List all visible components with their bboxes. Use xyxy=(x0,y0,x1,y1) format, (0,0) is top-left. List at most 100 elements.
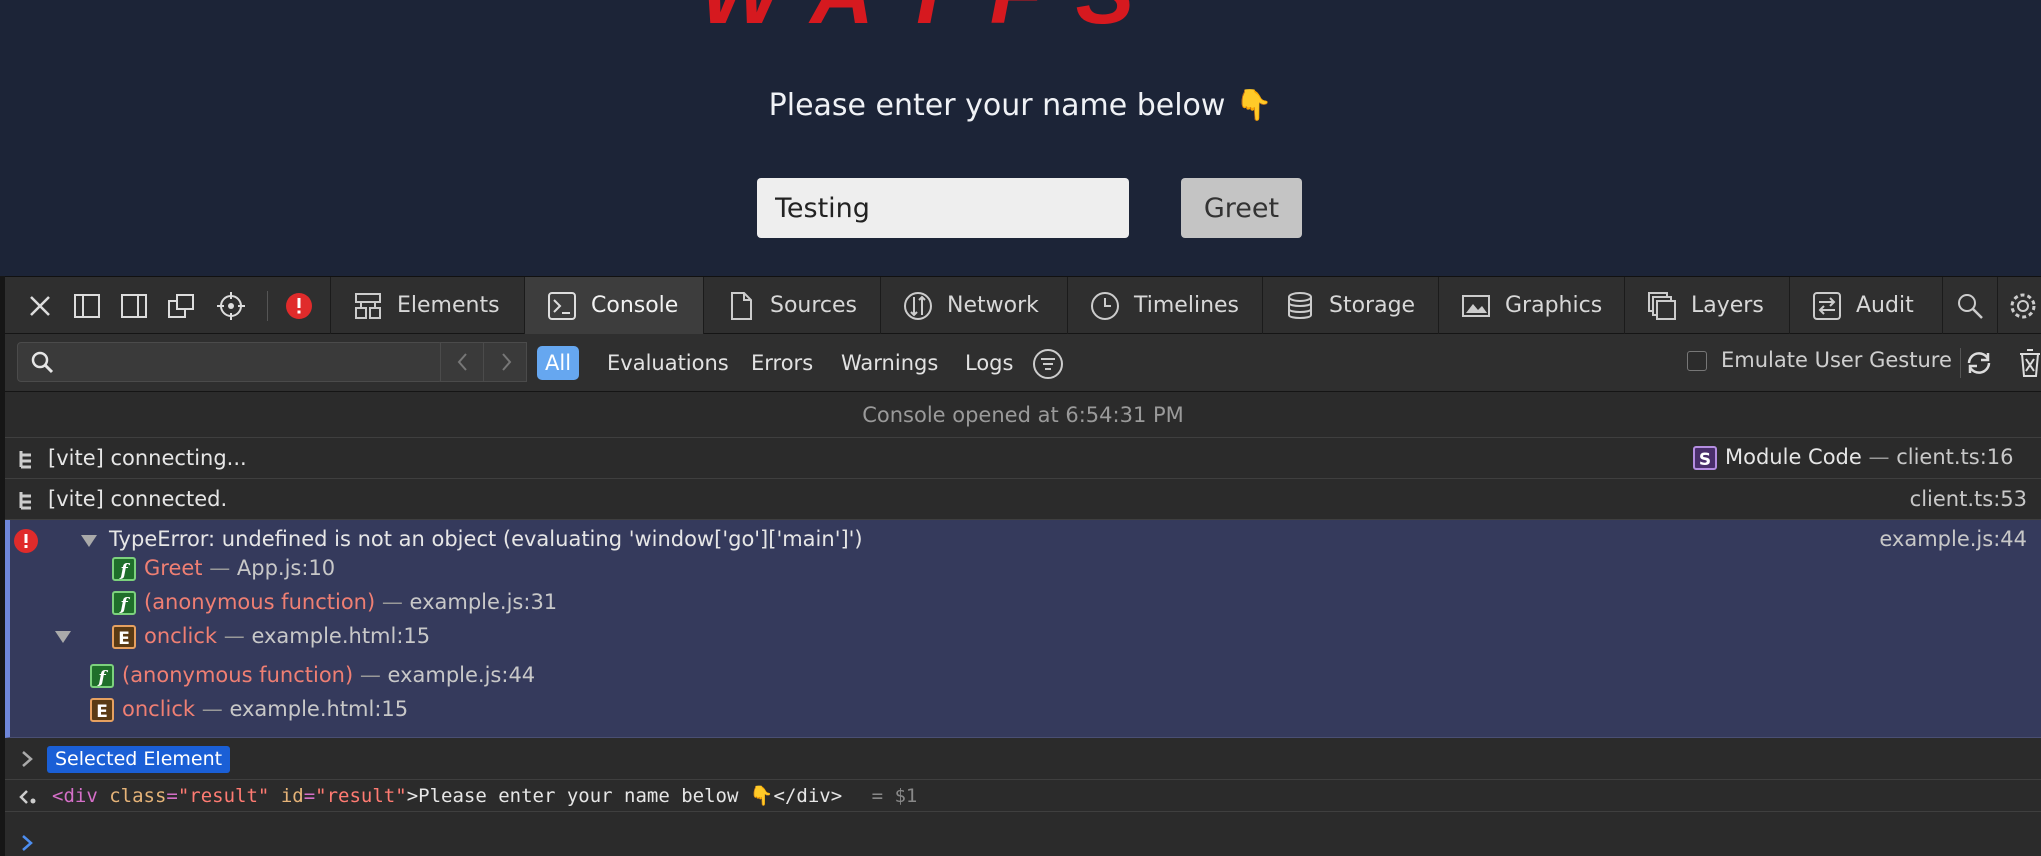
selected-element-badge: Selected Element xyxy=(47,746,231,773)
tab-label: Network xyxy=(947,293,1039,318)
search-icon xyxy=(31,351,54,374)
search-tab[interactable] xyxy=(1942,277,1997,334)
tab-graphics[interactable]: Graphics xyxy=(1438,277,1624,334)
emulate-user-gesture-label: Emulate User Gesture xyxy=(1721,348,1952,372)
name-prompt: Please enter your name below 👇 xyxy=(0,88,2041,123)
clear-log-icon[interactable] xyxy=(2015,346,2041,380)
tab-label: Elements xyxy=(397,293,500,318)
reload-icon[interactable] xyxy=(1962,346,1996,380)
console-message[interactable]: [vite] connecting... S Module Code — clie… xyxy=(5,438,2041,479)
tab-timelines[interactable]: Timelines xyxy=(1067,277,1262,334)
settings-tab[interactable] xyxy=(1997,277,2041,334)
source-location[interactable]: client.ts:53 xyxy=(1910,487,2027,511)
inspect-element-icon[interactable] xyxy=(216,291,246,321)
stack-frame[interactable]: f Greet — App.js:10 xyxy=(112,556,335,581)
sources-icon xyxy=(731,291,752,320)
gear-icon xyxy=(2010,293,2036,318)
dock-left-icon[interactable] xyxy=(72,291,102,321)
error-badge-icon[interactable] xyxy=(284,291,314,321)
console-prompt[interactable] xyxy=(5,812,2041,856)
stack-frame[interactable]: Eonclick — example.html:15 xyxy=(90,697,408,722)
console-filter-bar: All Evaluations Errors Warnings Logs Emu… xyxy=(5,334,2041,392)
tab-console[interactable]: Console xyxy=(524,277,703,334)
close-icon[interactable] xyxy=(25,291,55,321)
error-text: TypeError: undefined is not an object (e… xyxy=(109,527,863,551)
hero-heading: WAYFS xyxy=(700,0,1166,44)
frame-location: example.html:15 xyxy=(251,624,431,648)
next-match-button[interactable] xyxy=(483,342,527,382)
tab-audit[interactable]: Audit xyxy=(1789,277,1942,334)
web-page: WAYFS Please enter your name below 👇 Gre… xyxy=(0,0,2041,276)
detach-window-icon[interactable] xyxy=(166,291,196,321)
message-text: [vite] connected. xyxy=(48,487,228,511)
tab-network[interactable]: Network xyxy=(880,277,1067,334)
function-badge-icon: f xyxy=(112,591,136,615)
console-search-input[interactable] xyxy=(17,342,443,382)
filter-warnings[interactable]: Warnings xyxy=(833,346,946,380)
filter-logs[interactable]: Logs xyxy=(957,346,1021,380)
filter-all[interactable]: All xyxy=(537,346,580,380)
chevron-right-icon[interactable] xyxy=(20,750,34,768)
result-arrow-icon xyxy=(19,790,36,804)
error-icon xyxy=(14,529,38,553)
disclosure-triangle-icon[interactable] xyxy=(80,534,98,548)
dock-right-icon[interactable] xyxy=(119,291,149,321)
console-message[interactable]: [vite] connected. client.ts:53 xyxy=(5,479,2041,520)
function-badge-icon: f xyxy=(112,557,136,581)
stack-frame[interactable]: f (anonymous function) — example.js:44 xyxy=(90,663,535,688)
event-badge-icon: E xyxy=(112,625,136,649)
message-text: [vite] connecting... xyxy=(48,446,247,470)
source-label: Module Code xyxy=(1725,445,1862,469)
message-source[interactable]: S Module Code — client.ts:16 xyxy=(1693,445,2014,470)
network-icon xyxy=(904,291,932,320)
elements-icon xyxy=(355,292,381,319)
console-opened-row: Console opened at 6:54:31 PM xyxy=(5,392,2041,438)
event-badge-icon: E xyxy=(90,698,114,722)
devtools-tab-bar: Elements Console Sources Network Timelin… xyxy=(5,276,2041,334)
tab-label: Graphics xyxy=(1505,293,1603,318)
frame-location: App.js:10 xyxy=(236,556,336,580)
result-markup: <div class="result" id="result">Please e… xyxy=(52,785,918,807)
tab-sources[interactable]: Sources xyxy=(703,277,880,334)
previous-match-button[interactable] xyxy=(440,342,484,382)
console-icon xyxy=(548,291,576,320)
greet-button[interactable]: Greet xyxy=(1181,178,1302,238)
chevron-left-icon xyxy=(457,353,467,371)
stack-frame[interactable]: Eonclick — example.html:15 xyxy=(112,624,430,649)
tab-label: Sources xyxy=(770,293,858,318)
log-tree-icon xyxy=(19,451,31,469)
source-location: client.ts:16 xyxy=(1896,445,2014,469)
console-error-message[interactable]: TypeError: undefined is not an object (e… xyxy=(5,520,2041,738)
frame-name: onclick xyxy=(144,624,218,648)
console-message-list: Console opened at 6:54:31 PM [vite] conn… xyxy=(5,392,2041,856)
filter-evaluations[interactable]: Evaluations xyxy=(599,346,737,380)
tab-layers[interactable]: Layers xyxy=(1624,277,1789,334)
filter-options-icon[interactable] xyxy=(1032,348,1064,380)
disclosure-triangle-icon[interactable] xyxy=(54,630,72,644)
tab-label: Storage xyxy=(1329,293,1416,318)
stack-frame[interactable]: f (anonymous function) — example.js:31 xyxy=(112,590,557,615)
layers-icon xyxy=(1648,291,1676,320)
frame-location: example.js:44 xyxy=(387,663,536,687)
selected-element-row[interactable]: Selected Element xyxy=(5,738,2041,780)
frame-location: example.js:31 xyxy=(409,590,558,614)
frame-name: (anonymous function) xyxy=(122,663,354,687)
frame-name: (anonymous function) xyxy=(144,590,376,614)
frame-location: example.html:15 xyxy=(229,697,409,721)
evaluation-result-row[interactable]: <div class="result" id="result">Please e… xyxy=(5,780,2041,812)
tab-label: Console xyxy=(591,293,679,318)
chevron-right-icon xyxy=(502,353,512,371)
name-input[interactable] xyxy=(757,178,1129,238)
prompt-text: Please enter your name below xyxy=(768,88,1226,123)
tab-label: Layers xyxy=(1691,293,1764,318)
filter-errors[interactable]: Errors xyxy=(743,346,821,380)
function-badge-icon: f xyxy=(90,664,114,688)
emulate-user-gesture-checkbox[interactable] xyxy=(1687,351,1707,371)
frame-name: Greet xyxy=(144,556,203,580)
tab-elements[interactable]: Elements xyxy=(330,277,524,334)
tab-storage[interactable]: Storage xyxy=(1262,277,1438,334)
prompt-chevron-icon xyxy=(22,835,33,851)
error-location[interactable]: example.js:44 xyxy=(1879,527,2027,551)
toolbar-divider xyxy=(1960,348,1961,378)
log-tree-icon xyxy=(19,492,31,510)
